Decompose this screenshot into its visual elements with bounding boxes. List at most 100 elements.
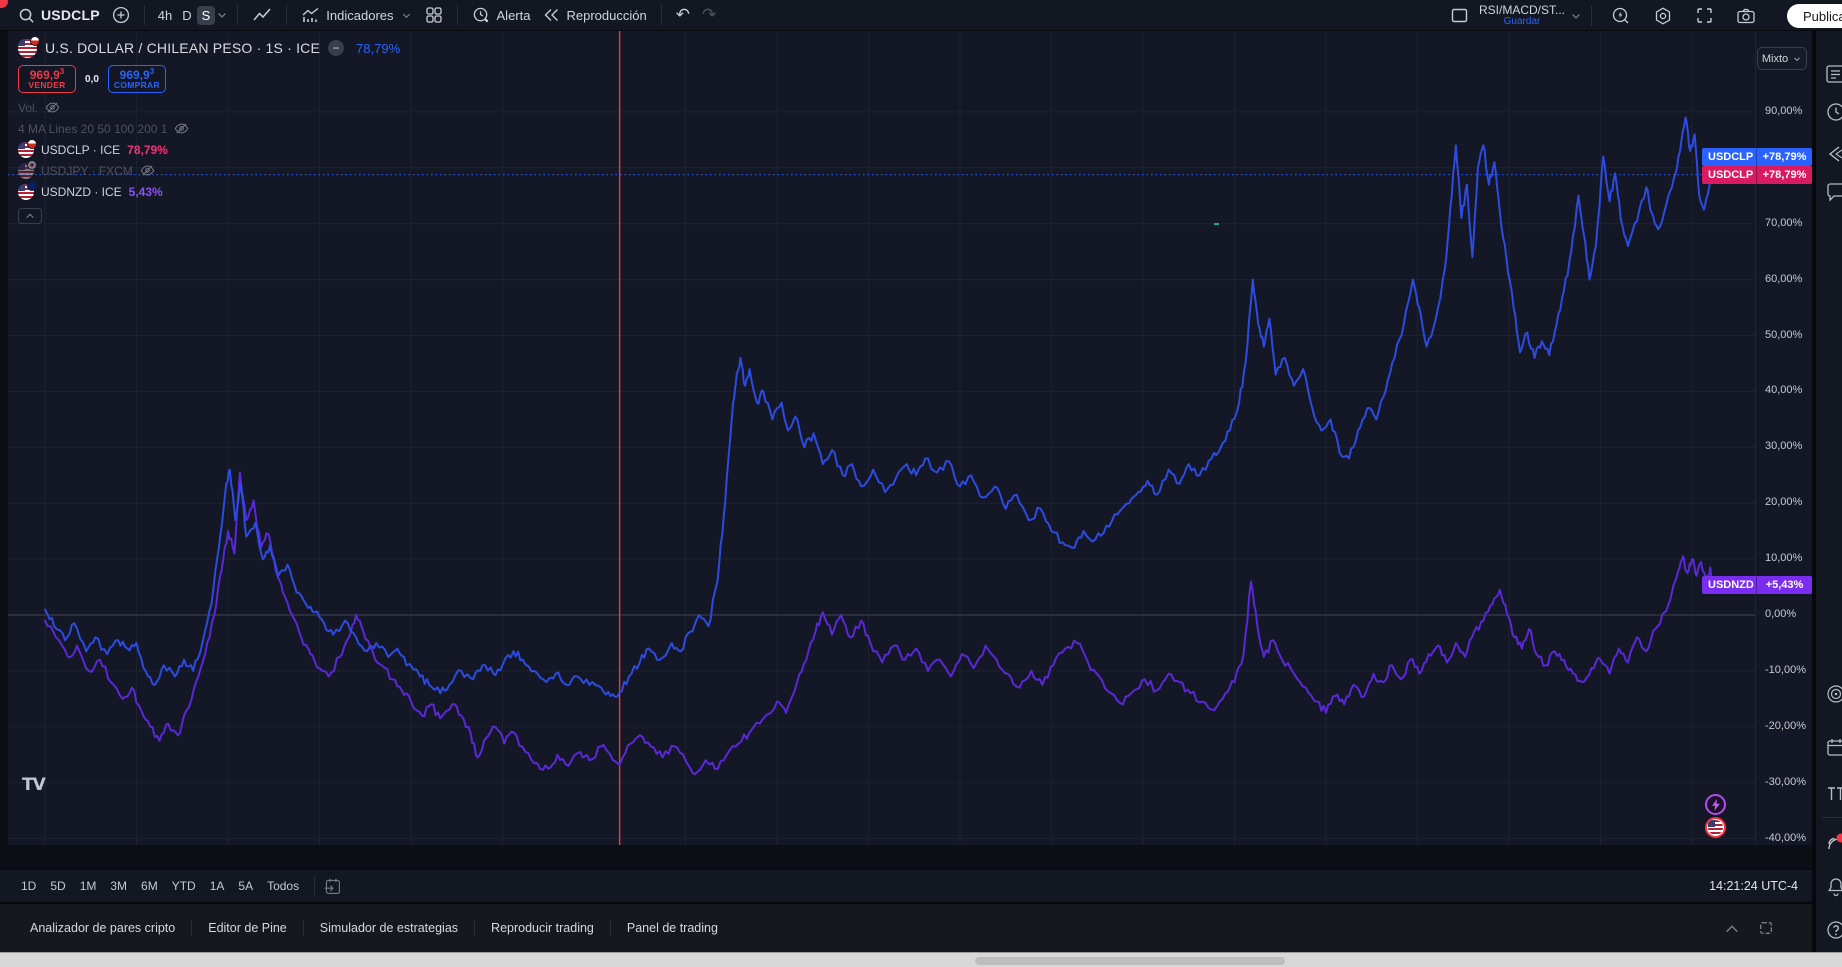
tab-pine-editor[interactable]: Editor de Pine: [192, 915, 303, 941]
interval-chevron-down-icon[interactable]: [215, 8, 229, 22]
chat-bubble-icon[interactable]: [1825, 181, 1842, 203]
range-6m[interactable]: 6M: [134, 876, 165, 896]
eye-off-icon[interactable]: [140, 163, 155, 178]
symbol-search[interactable]: USDCLP: [12, 0, 106, 30]
legend-row-ma-lines[interactable]: 4 MA Lines 20 50 100 200 1: [18, 118, 400, 139]
indicators-icon: [301, 7, 320, 24]
price-axis-tick: 40,00%: [1765, 384, 1802, 396]
range-5y[interactable]: 5A: [231, 876, 260, 896]
price-axis-tick: 0,00%: [1765, 608, 1796, 620]
divider: [457, 5, 458, 25]
legend-row-usdnzd[interactable]: USDNZD · ICE 5,43%: [18, 181, 400, 202]
collapse-symbol-icon[interactable]: −: [328, 40, 344, 56]
ideas-target-icon[interactable]: [1825, 683, 1842, 705]
buy-button[interactable]: 969,93 COMPRAR: [108, 65, 166, 93]
us-flag-badge[interactable]: [1705, 817, 1726, 838]
divider: [1591, 6, 1592, 26]
divider: [286, 5, 287, 25]
panel-maximize-icon[interactable]: [1758, 920, 1774, 936]
notifications-bell-icon[interactable]: [1825, 876, 1842, 898]
portfolio-columns-icon[interactable]: [1825, 783, 1842, 805]
tab-trading-panel[interactable]: Panel de trading: [611, 915, 734, 941]
indicators-label: Indicadores: [326, 8, 393, 23]
layout-grid-button[interactable]: [419, 0, 449, 30]
calendar-icon[interactable]: [1825, 736, 1842, 758]
legend-collapse-button[interactable]: [18, 208, 42, 224]
legend-row-usdclp[interactable]: USDCLP · ICE 78,79%: [18, 139, 400, 160]
tab-strategy-tester[interactable]: Simulador de estrategias: [304, 915, 474, 941]
layout-square-icon[interactable]: [1450, 6, 1469, 25]
chevron-down-icon: [1792, 54, 1802, 64]
range-1y[interactable]: 1A: [203, 876, 232, 896]
save-label: Guardar: [1504, 17, 1541, 28]
sell-label: VENDER: [28, 81, 65, 90]
layout-chevron-down-icon[interactable]: [1569, 9, 1583, 23]
buy-label: COMPRAR: [114, 81, 160, 90]
alert-button[interactable]: Alerta: [466, 0, 537, 30]
fullscreen-icon[interactable]: [1695, 6, 1714, 25]
price-label-usdclp[interactable]: USDCLP+78,79%: [1702, 148, 1812, 166]
symbol-change: 78,79%: [356, 41, 400, 56]
price-label-usdclp[interactable]: USDCLP+78,79%: [1702, 166, 1812, 184]
sell-button[interactable]: 969,93 VENDER: [18, 65, 76, 93]
alerts-clock-icon[interactable]: [1825, 101, 1842, 123]
legend-row-usdjpy[interactable]: USDJPY · FXCM: [18, 160, 400, 181]
goto-date-icon[interactable]: [323, 877, 342, 896]
watchlist-icon[interactable]: [1825, 63, 1842, 85]
replay-button[interactable]: Reproducción: [536, 0, 652, 30]
plus-circle-icon: [112, 6, 130, 24]
redo-button[interactable]: ↷: [696, 0, 722, 30]
grid-layout-icon: [425, 6, 443, 24]
indicators-button[interactable]: Indicadores: [295, 0, 418, 30]
compare-add-button[interactable]: [106, 0, 136, 30]
divider: [237, 5, 238, 25]
tab-replay-trading[interactable]: Reproducir trading: [475, 915, 610, 941]
live-streams-icon[interactable]: [1825, 831, 1842, 853]
eye-off-icon[interactable]: [174, 121, 189, 136]
interval-4h[interactable]: 4h: [153, 6, 177, 25]
usdclp-flag-icon: [18, 39, 37, 58]
range-1m[interactable]: 1M: [73, 876, 104, 896]
usdnzd-change: 5,43%: [129, 185, 163, 199]
range-ytd[interactable]: YTD: [165, 876, 203, 896]
tradingview-logo[interactable]: TV: [22, 775, 45, 795]
price-label-usdnzd[interactable]: USDNZD+5,43%: [1702, 576, 1812, 594]
chart-area[interactable]: 90,00%80,00%70,00%60,00%50,00%40,00%30,0…: [8, 31, 1812, 845]
layout-save-button[interactable]: RSI/MACD/ST... Guardar: [1479, 4, 1565, 27]
os-scrollbar-strip[interactable]: [0, 952, 1842, 967]
scale-mode-button[interactable]: Mixto: [1757, 47, 1807, 70]
search-icon: [18, 7, 35, 24]
camera-snapshot-icon[interactable]: [1736, 7, 1756, 25]
settings-gear-icon[interactable]: [1653, 6, 1673, 26]
alert-label: Alerta: [497, 8, 531, 23]
price-axis-tick: -20,00%: [1765, 720, 1806, 732]
range-3m[interactable]: 3M: [103, 876, 134, 896]
quick-search-icon[interactable]: [1611, 6, 1631, 26]
range-all[interactable]: Todos: [260, 876, 306, 896]
price-axis-tick: -10,00%: [1765, 664, 1806, 676]
panel-expand-chevron-icon[interactable]: [1724, 923, 1740, 934]
divider: [314, 877, 315, 895]
usdclp-flag-icon: [18, 142, 34, 158]
range-5d[interactable]: 5D: [43, 876, 72, 896]
chart-style-button[interactable]: [246, 0, 278, 30]
interval-1d[interactable]: D: [177, 6, 196, 25]
scrollbar-thumb[interactable]: [975, 957, 1285, 965]
data-window-icon[interactable]: [1825, 143, 1842, 165]
price-axis-tick: -40,00%: [1765, 832, 1806, 844]
price-axis-tick: 90,00%: [1765, 105, 1802, 117]
symbol-header-row[interactable]: U.S. DOLLAR / CHILEAN PESO · 1S · ICE − …: [18, 37, 400, 59]
usdclp-change: 78,79%: [127, 143, 168, 157]
eye-off-icon[interactable]: [45, 100, 60, 115]
right-sidebar: [1812, 31, 1842, 952]
price-axis-tick: 30,00%: [1765, 440, 1802, 452]
boost-badge[interactable]: [1705, 794, 1726, 815]
range-1d[interactable]: 1D: [14, 876, 43, 896]
interval-1w-selected[interactable]: S: [197, 6, 216, 25]
tab-crypto-pairs-screener[interactable]: Analizador de pares cripto: [14, 915, 191, 941]
publish-button[interactable]: Publicar: [1787, 4, 1842, 28]
help-icon[interactable]: [1825, 919, 1842, 941]
legend-row-volume[interactable]: Vol.: [18, 97, 400, 118]
session-clock[interactable]: 14:21:24 UTC-4: [1709, 879, 1798, 893]
undo-button[interactable]: ↶: [670, 0, 696, 30]
